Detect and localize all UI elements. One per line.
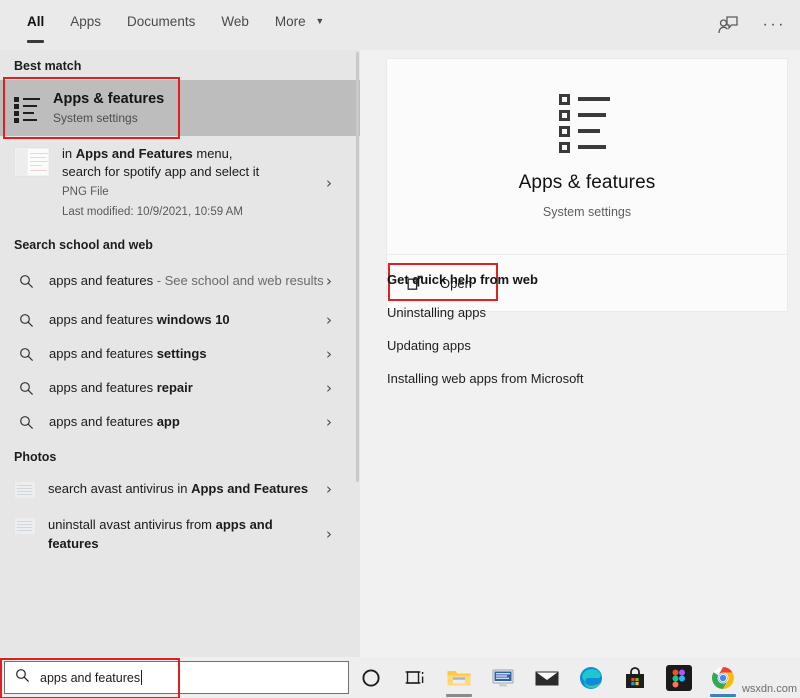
google-chrome-icon[interactable] — [701, 657, 745, 698]
search-body: Best match Apps & features System settin… — [0, 50, 800, 657]
scrollbar-thumb[interactable] — [356, 52, 359, 482]
text-cursor — [141, 670, 142, 685]
web-result-row-2[interactable]: apps and features settings › — [0, 337, 360, 371]
more-options-icon[interactable]: ··· — [763, 17, 786, 33]
web-results-heading: Search school and web — [0, 229, 360, 259]
tab-more-label: More — [275, 14, 306, 29]
tab-apps-label: Apps — [70, 14, 101, 29]
chevron-right-icon[interactable]: › — [326, 311, 332, 329]
tab-documents[interactable]: Documents — [114, 0, 208, 46]
microsoft-edge-icon[interactable] — [569, 657, 613, 698]
preview-title: Apps & features — [519, 172, 656, 194]
chevron-right-icon[interactable]: › — [326, 174, 332, 192]
quick-help-link-1[interactable]: Updating apps — [386, 338, 788, 353]
search-magnifier-icon — [14, 274, 38, 289]
photo-result-row-0[interactable]: search avast antivirus in Apps and Featu… — [0, 471, 360, 507]
tab-all-label: All — [27, 14, 44, 29]
quick-help-link-0[interactable]: Uninstalling apps — [386, 305, 788, 320]
tab-web[interactable]: Web — [208, 0, 262, 46]
web-result-label-1: apps and features windows 10 — [49, 311, 230, 329]
photos-heading: Photos — [0, 439, 360, 471]
photo-thumbnail — [14, 481, 36, 499]
best-match-row[interactable]: Apps & features System settings — [0, 80, 360, 136]
photo-result-label-1: uninstall avast antivirus from apps and … — [48, 515, 326, 553]
search-filter-tabs: All Apps Documents Web More ▼ — [0, 0, 800, 50]
apps-features-list-icon — [14, 95, 40, 121]
results-list-panel: Best match Apps & features System settin… — [0, 50, 360, 657]
chevron-down-icon: ▼ — [315, 16, 324, 26]
web-result-row-1[interactable]: apps and features windows 10 › — [0, 303, 360, 337]
web-result-row-0[interactable]: apps and features - See school and web r… — [0, 259, 360, 303]
tab-all[interactable]: All — [14, 0, 57, 46]
quick-help-heading: Get quick help from web — [386, 272, 788, 287]
apps-features-list-icon — [559, 94, 615, 150]
search-magnifier-icon — [14, 313, 38, 328]
search-magnifier-icon — [14, 347, 38, 362]
header-actions: ··· — [715, 12, 786, 38]
remote-desktop-icon[interactable] — [481, 657, 525, 698]
best-match-container: Apps & features System settings — [0, 80, 360, 136]
tab-more[interactable]: More ▼ — [262, 0, 337, 46]
search-magnifier-icon — [14, 381, 38, 396]
preview-panel: Apps & features System settings — [360, 50, 800, 657]
web-result-label-4: apps and features app — [49, 413, 180, 431]
tab-active-underline — [27, 40, 44, 43]
file-explorer-icon[interactable] — [437, 657, 481, 698]
chevron-right-icon[interactable]: › — [326, 272, 332, 290]
taskbar-search-input[interactable]: apps and features — [40, 670, 142, 685]
web-result-label-3: apps and features repair — [49, 379, 193, 397]
png-file-result-row[interactable]: in Apps and Features menu, search for sp… — [0, 136, 360, 229]
task-view-icon[interactable] — [393, 657, 437, 698]
tab-documents-label: Documents — [127, 14, 195, 29]
png-file-title-line1: in Apps and Features menu, — [62, 145, 259, 163]
web-result-label-2: apps and features settings — [49, 345, 207, 363]
mail-icon[interactable] — [525, 657, 569, 698]
tab-apps[interactable]: Apps — [57, 0, 114, 46]
quick-help-section: Get quick help from web Uninstalling app… — [386, 272, 788, 386]
png-file-title-line2: search for spotify app and select it — [62, 163, 259, 181]
microsoft-store-icon[interactable] — [613, 657, 657, 698]
best-match-text: Apps & features System settings — [53, 91, 164, 125]
png-file-modified: Last modified: 10/9/2021, 10:59 AM — [62, 206, 259, 218]
search-magnifier-icon — [14, 415, 38, 430]
web-result-row-3[interactable]: apps and features repair › — [0, 371, 360, 405]
figma-icon[interactable] — [657, 657, 701, 698]
windows-search-screen: All Apps Documents Web More ▼ — [0, 0, 800, 698]
photo-thumbnail — [14, 517, 36, 535]
web-result-label-0: apps and features - See school and web r… — [49, 272, 324, 290]
best-match-title: Apps & features — [53, 91, 164, 108]
png-thumbnail — [14, 147, 50, 177]
search-magnifier-icon — [15, 668, 30, 688]
cortana-circle-icon[interactable] — [349, 657, 393, 698]
photo-result-row-1[interactable]: uninstall avast antivirus from apps and … — [0, 507, 360, 561]
quick-help-link-2[interactable]: Installing web apps from Microsoft — [386, 371, 788, 386]
best-match-heading: Best match — [0, 50, 360, 80]
search-flyout: All Apps Documents Web More ▼ — [0, 0, 800, 657]
preview-hero: Apps & features System settings — [387, 59, 787, 254]
png-file-type: PNG File — [62, 186, 259, 198]
web-result-row-4[interactable]: apps and features app › — [0, 405, 360, 439]
png-file-text: in Apps and Features menu, search for sp… — [62, 145, 293, 218]
chevron-right-icon[interactable]: › — [326, 379, 332, 397]
chevron-right-icon[interactable]: › — [326, 480, 332, 498]
preview-subtitle: System settings — [543, 205, 631, 219]
feedback-person-icon[interactable] — [715, 12, 741, 38]
taskbar-search-box[interactable]: apps and features — [4, 661, 349, 694]
chevron-right-icon[interactable]: › — [326, 345, 332, 363]
photo-result-label-0: search avast antivirus in Apps and Featu… — [48, 479, 308, 498]
chevron-right-icon[interactable]: › — [326, 525, 332, 543]
taskbar-running-indicator — [710, 694, 736, 697]
chevron-right-icon[interactable]: › — [326, 413, 332, 431]
tab-web-label: Web — [221, 14, 249, 29]
best-match-subtitle: System settings — [53, 111, 164, 125]
taskbar: apps and features — [0, 657, 800, 698]
watermark: wsxdn.com — [742, 683, 797, 695]
taskbar-running-indicator — [446, 694, 472, 697]
taskbar-icons — [349, 657, 745, 698]
